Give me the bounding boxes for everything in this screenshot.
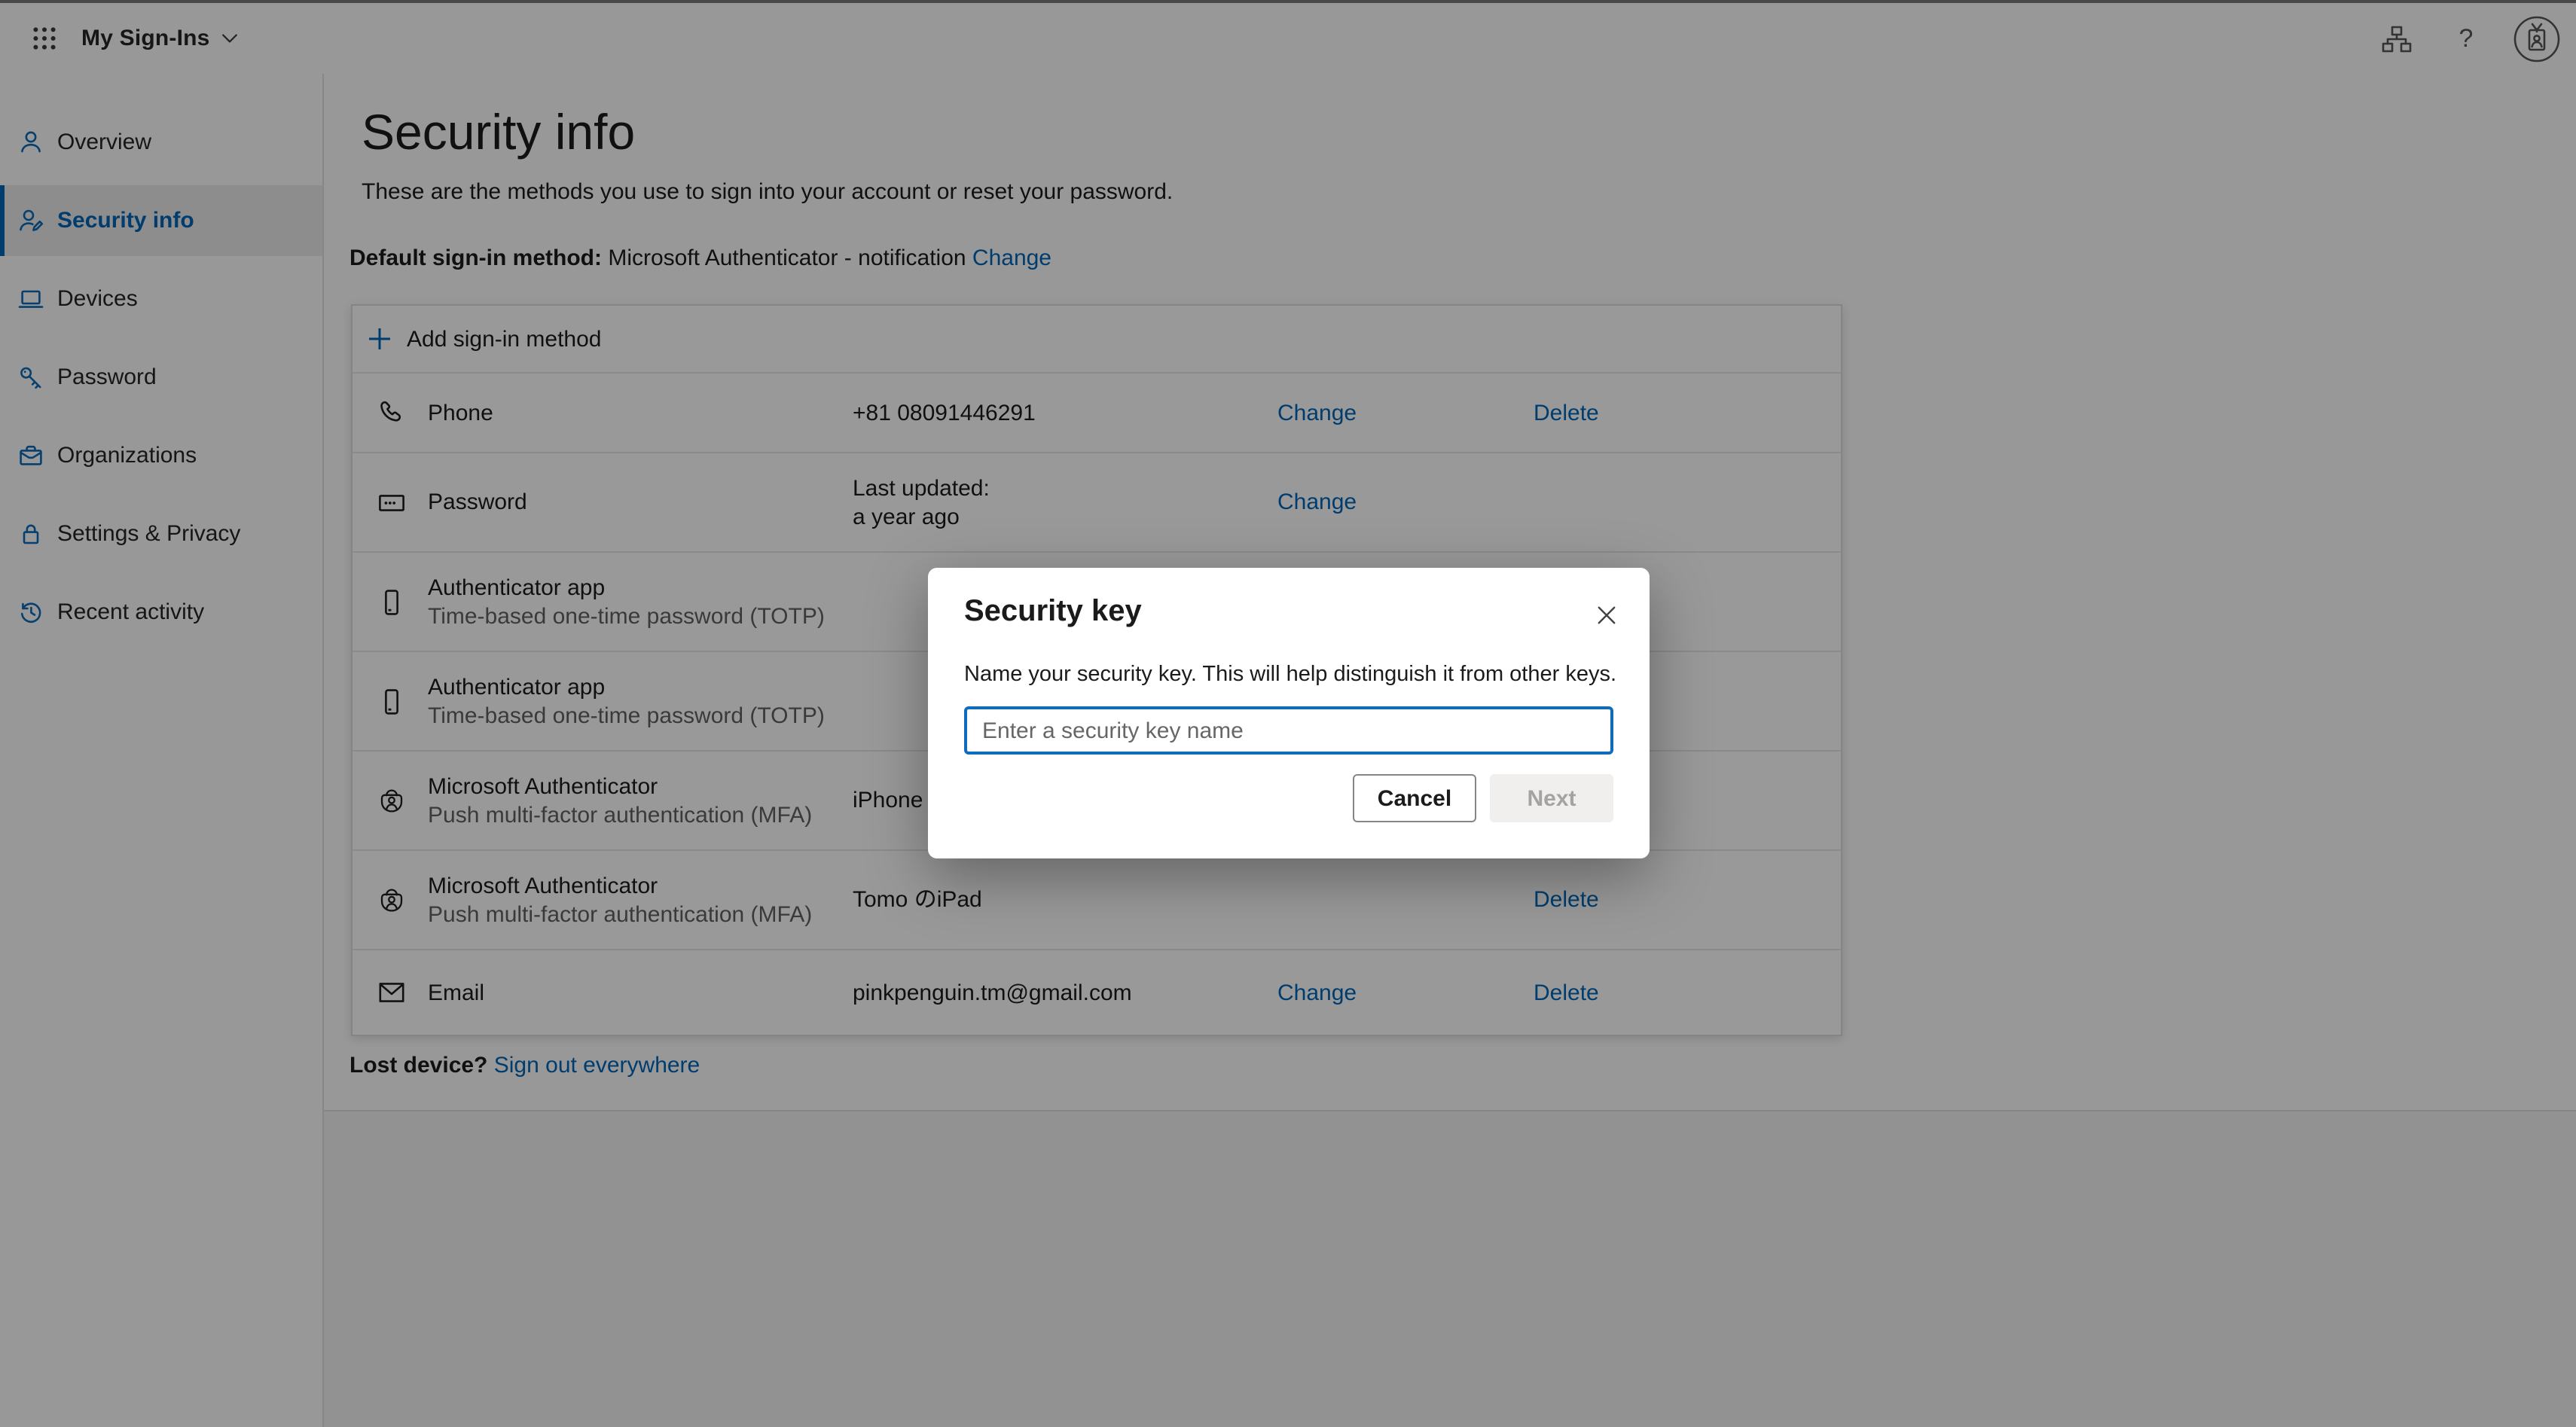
- dialog-title: Security key: [964, 595, 1613, 630]
- dialog-close-button[interactable]: [1589, 598, 1622, 631]
- dialog-buttons: Cancel Next: [1353, 774, 1613, 822]
- close-icon: [1596, 605, 1616, 624]
- dialog-body-text: Name your security key. This will help d…: [964, 663, 1613, 687]
- security-key-dialog: Security key Name your security key. Thi…: [928, 568, 1650, 858]
- next-button[interactable]: Next: [1490, 774, 1613, 822]
- cancel-button[interactable]: Cancel: [1353, 774, 1476, 822]
- security-key-name-input[interactable]: [964, 706, 1613, 755]
- my-signins-app: My Sign-Ins ? OverviewSecurity infoDevic…: [0, 0, 2576, 1427]
